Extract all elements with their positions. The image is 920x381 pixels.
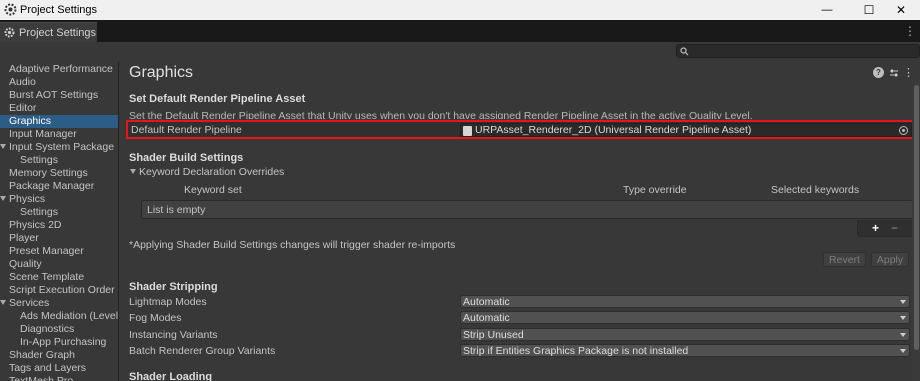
expand-caret-icon[interactable]	[0, 300, 6, 305]
section-title-shader-stripping: Shader Stripping	[129, 281, 218, 293]
keyword-overrides-list: List is empty	[141, 200, 914, 219]
tab-strip: Project Settings	[0, 20, 920, 42]
sidebar-item-in-app-purchasing[interactable]: In-App Purchasing	[0, 336, 118, 349]
window-title-bar: Project Settings — ☐ ✕	[0, 0, 920, 20]
list-empty-text: List is empty	[147, 204, 206, 216]
revert-button[interactable]: Revert	[823, 252, 866, 267]
batch-renderer-group-variants-label: Batch Renderer Group Variants	[129, 345, 276, 357]
section-title-shader-loading: Shader Loading	[129, 371, 213, 381]
lightmap-modes-value: Automatic	[463, 296, 510, 308]
default-render-pipeline-row: Default Render Pipeline URPAsset_Rendere…	[126, 120, 914, 139]
tab-project-settings[interactable]: Project Settings	[0, 22, 97, 42]
object-picker-icon[interactable]	[899, 126, 908, 135]
sidebar-item-input-manager[interactable]: Input Manager	[0, 128, 118, 141]
sidebar-item-tags-and-layers[interactable]: Tags and Layers	[0, 362, 118, 375]
fog-modes-label: Fog Modes	[129, 312, 182, 324]
sidebar-item-physics-2d[interactable]: Physics 2D	[0, 219, 118, 232]
add-item-button[interactable]: +	[872, 221, 879, 235]
sidebar-item-services[interactable]: Services	[0, 297, 118, 310]
sidebar-item-input-system-package[interactable]: Input System Package	[0, 141, 118, 154]
sidebar-item-scene-template[interactable]: Scene Template	[0, 271, 118, 284]
tab-label: Project Settings	[19, 26, 97, 39]
keyword-overrides-foldout[interactable]: Keyword Declaration Overrides	[130, 166, 284, 178]
batch-renderer-group-variants-value: Strip if Entities Graphics Package is no…	[463, 345, 689, 357]
settings-gear-icon	[4, 27, 15, 38]
sidebar-item-adaptive-performance[interactable]: Adaptive Performance	[0, 63, 118, 76]
unity-gear-icon	[4, 3, 17, 16]
column-header-type-override: Type override	[623, 184, 687, 196]
settings-sidebar: Adaptive Performance Audio Burst AOT Set…	[0, 62, 119, 381]
sidebar-item-label: Input System Package	[9, 141, 115, 153]
section-title-render-pipeline: Set Default Render Pipeline Asset	[129, 93, 306, 105]
column-header-selected-keywords: Selected keywords	[771, 184, 860, 196]
close-icon: ✕	[895, 3, 907, 17]
sidebar-item-physics-settings[interactable]: Settings	[0, 206, 118, 219]
dropdown-arrow-icon	[900, 349, 906, 353]
main-scrollbar-thumb[interactable]	[914, 85, 919, 350]
remove-item-button[interactable]: −	[891, 221, 898, 235]
sidebar-item-input-system-settings[interactable]: Settings	[0, 154, 118, 167]
sidebar-item-burst-aot-settings[interactable]: Burst AOT Settings	[0, 89, 118, 102]
lightmap-modes-row: Lightmap Modes Automatic	[129, 295, 914, 309]
expand-caret-icon[interactable]	[0, 196, 6, 201]
window-title: Project Settings	[20, 4, 98, 16]
close-button[interactable]: ✕	[882, 0, 920, 20]
default-render-pipeline-value: URPAsset_Renderer_2D (Universal Render P…	[475, 124, 752, 136]
render-pipeline-description: Set the Default Render Pipeline Asset th…	[129, 110, 753, 119]
tab-menu-icon[interactable]: ⋮	[904, 25, 916, 37]
fog-modes-dropdown[interactable]: Automatic	[460, 311, 910, 324]
apply-button[interactable]: Apply	[871, 252, 909, 267]
dropdown-arrow-icon	[900, 316, 906, 320]
minimize-icon: —	[821, 4, 833, 16]
sidebar-item-editor[interactable]: Editor	[0, 102, 118, 115]
shader-reimport-note: *Applying Shader Build Settings changes …	[129, 239, 456, 251]
search-icon	[680, 47, 689, 56]
batch-renderer-group-variants-row: Batch Renderer Group Variants Strip if E…	[129, 344, 914, 358]
instancing-variants-value: Strip Unused	[463, 329, 524, 341]
search-input[interactable]	[676, 44, 920, 58]
sidebar-item-package-manager[interactable]: Package Manager	[0, 180, 118, 193]
sidebar-item-label: Services	[9, 297, 50, 309]
minimize-button[interactable]: —	[808, 0, 846, 20]
batch-renderer-group-variants-dropdown[interactable]: Strip if Entities Graphics Package is no…	[460, 344, 910, 357]
sidebar-item-shader-graph[interactable]: Shader Graph	[0, 349, 118, 362]
preset-sliders-icon[interactable]	[888, 67, 899, 78]
fog-modes-row: Fog Modes Automatic	[129, 311, 914, 325]
section-title-shader-build: Shader Build Settings	[129, 152, 244, 164]
fog-modes-value: Automatic	[463, 312, 510, 324]
sidebar-item-preset-manager[interactable]: Preset Manager	[0, 245, 118, 258]
sidebar-item-label: Physics	[9, 193, 46, 205]
sidebar-item-script-execution-order[interactable]: Script Execution Order	[0, 284, 118, 297]
sidebar-item-diagnostics[interactable]: Diagnostics	[0, 323, 118, 336]
sidebar-item-physics[interactable]: Physics	[0, 193, 118, 206]
lightmap-modes-label: Lightmap Modes	[129, 296, 207, 308]
sidebar-item-textmesh-pro[interactable]: TextMesh Pro	[0, 375, 118, 381]
sidebar-item-ads-mediation[interactable]: Ads Mediation (Level	[0, 310, 118, 323]
list-add-remove: + −	[857, 220, 913, 237]
page-title: Graphics	[129, 64, 194, 81]
default-render-pipeline-label: Default Render Pipeline	[131, 124, 242, 136]
sidebar-item-graphics[interactable]: Graphics	[0, 115, 118, 128]
column-header-keyword-set: Keyword set	[184, 184, 242, 196]
foldout-label: Keyword Declaration Overrides	[139, 166, 285, 178]
instancing-variants-label: Instancing Variants	[129, 329, 218, 341]
dropdown-arrow-icon	[900, 333, 906, 337]
maximize-icon: ☐	[863, 3, 875, 17]
foldout-caret-icon[interactable]	[130, 169, 136, 174]
default-render-pipeline-field[interactable]: URPAsset_Renderer_2D (Universal Render P…	[460, 123, 912, 137]
sidebar-item-memory-settings[interactable]: Memory Settings	[0, 167, 118, 180]
help-icon[interactable]: ?	[873, 67, 884, 78]
instancing-variants-row: Instancing Variants Strip Unused	[129, 328, 914, 342]
asset-file-icon	[463, 126, 472, 136]
instancing-variants-dropdown[interactable]: Strip Unused	[460, 328, 910, 341]
header-icons: ? ⋮	[873, 67, 914, 79]
dropdown-arrow-icon	[900, 300, 906, 304]
lightmap-modes-dropdown[interactable]: Automatic	[460, 295, 910, 308]
sidebar-item-player[interactable]: Player	[0, 232, 118, 245]
sidebar-item-audio[interactable]: Audio	[0, 76, 118, 89]
more-options-icon[interactable]: ⋮	[903, 67, 914, 79]
sidebar-item-quality[interactable]: Quality	[0, 258, 118, 271]
graphics-settings-panel: Graphics ? ⋮ Set Default Render Pipeline…	[120, 62, 920, 381]
expand-caret-icon[interactable]	[0, 144, 6, 149]
